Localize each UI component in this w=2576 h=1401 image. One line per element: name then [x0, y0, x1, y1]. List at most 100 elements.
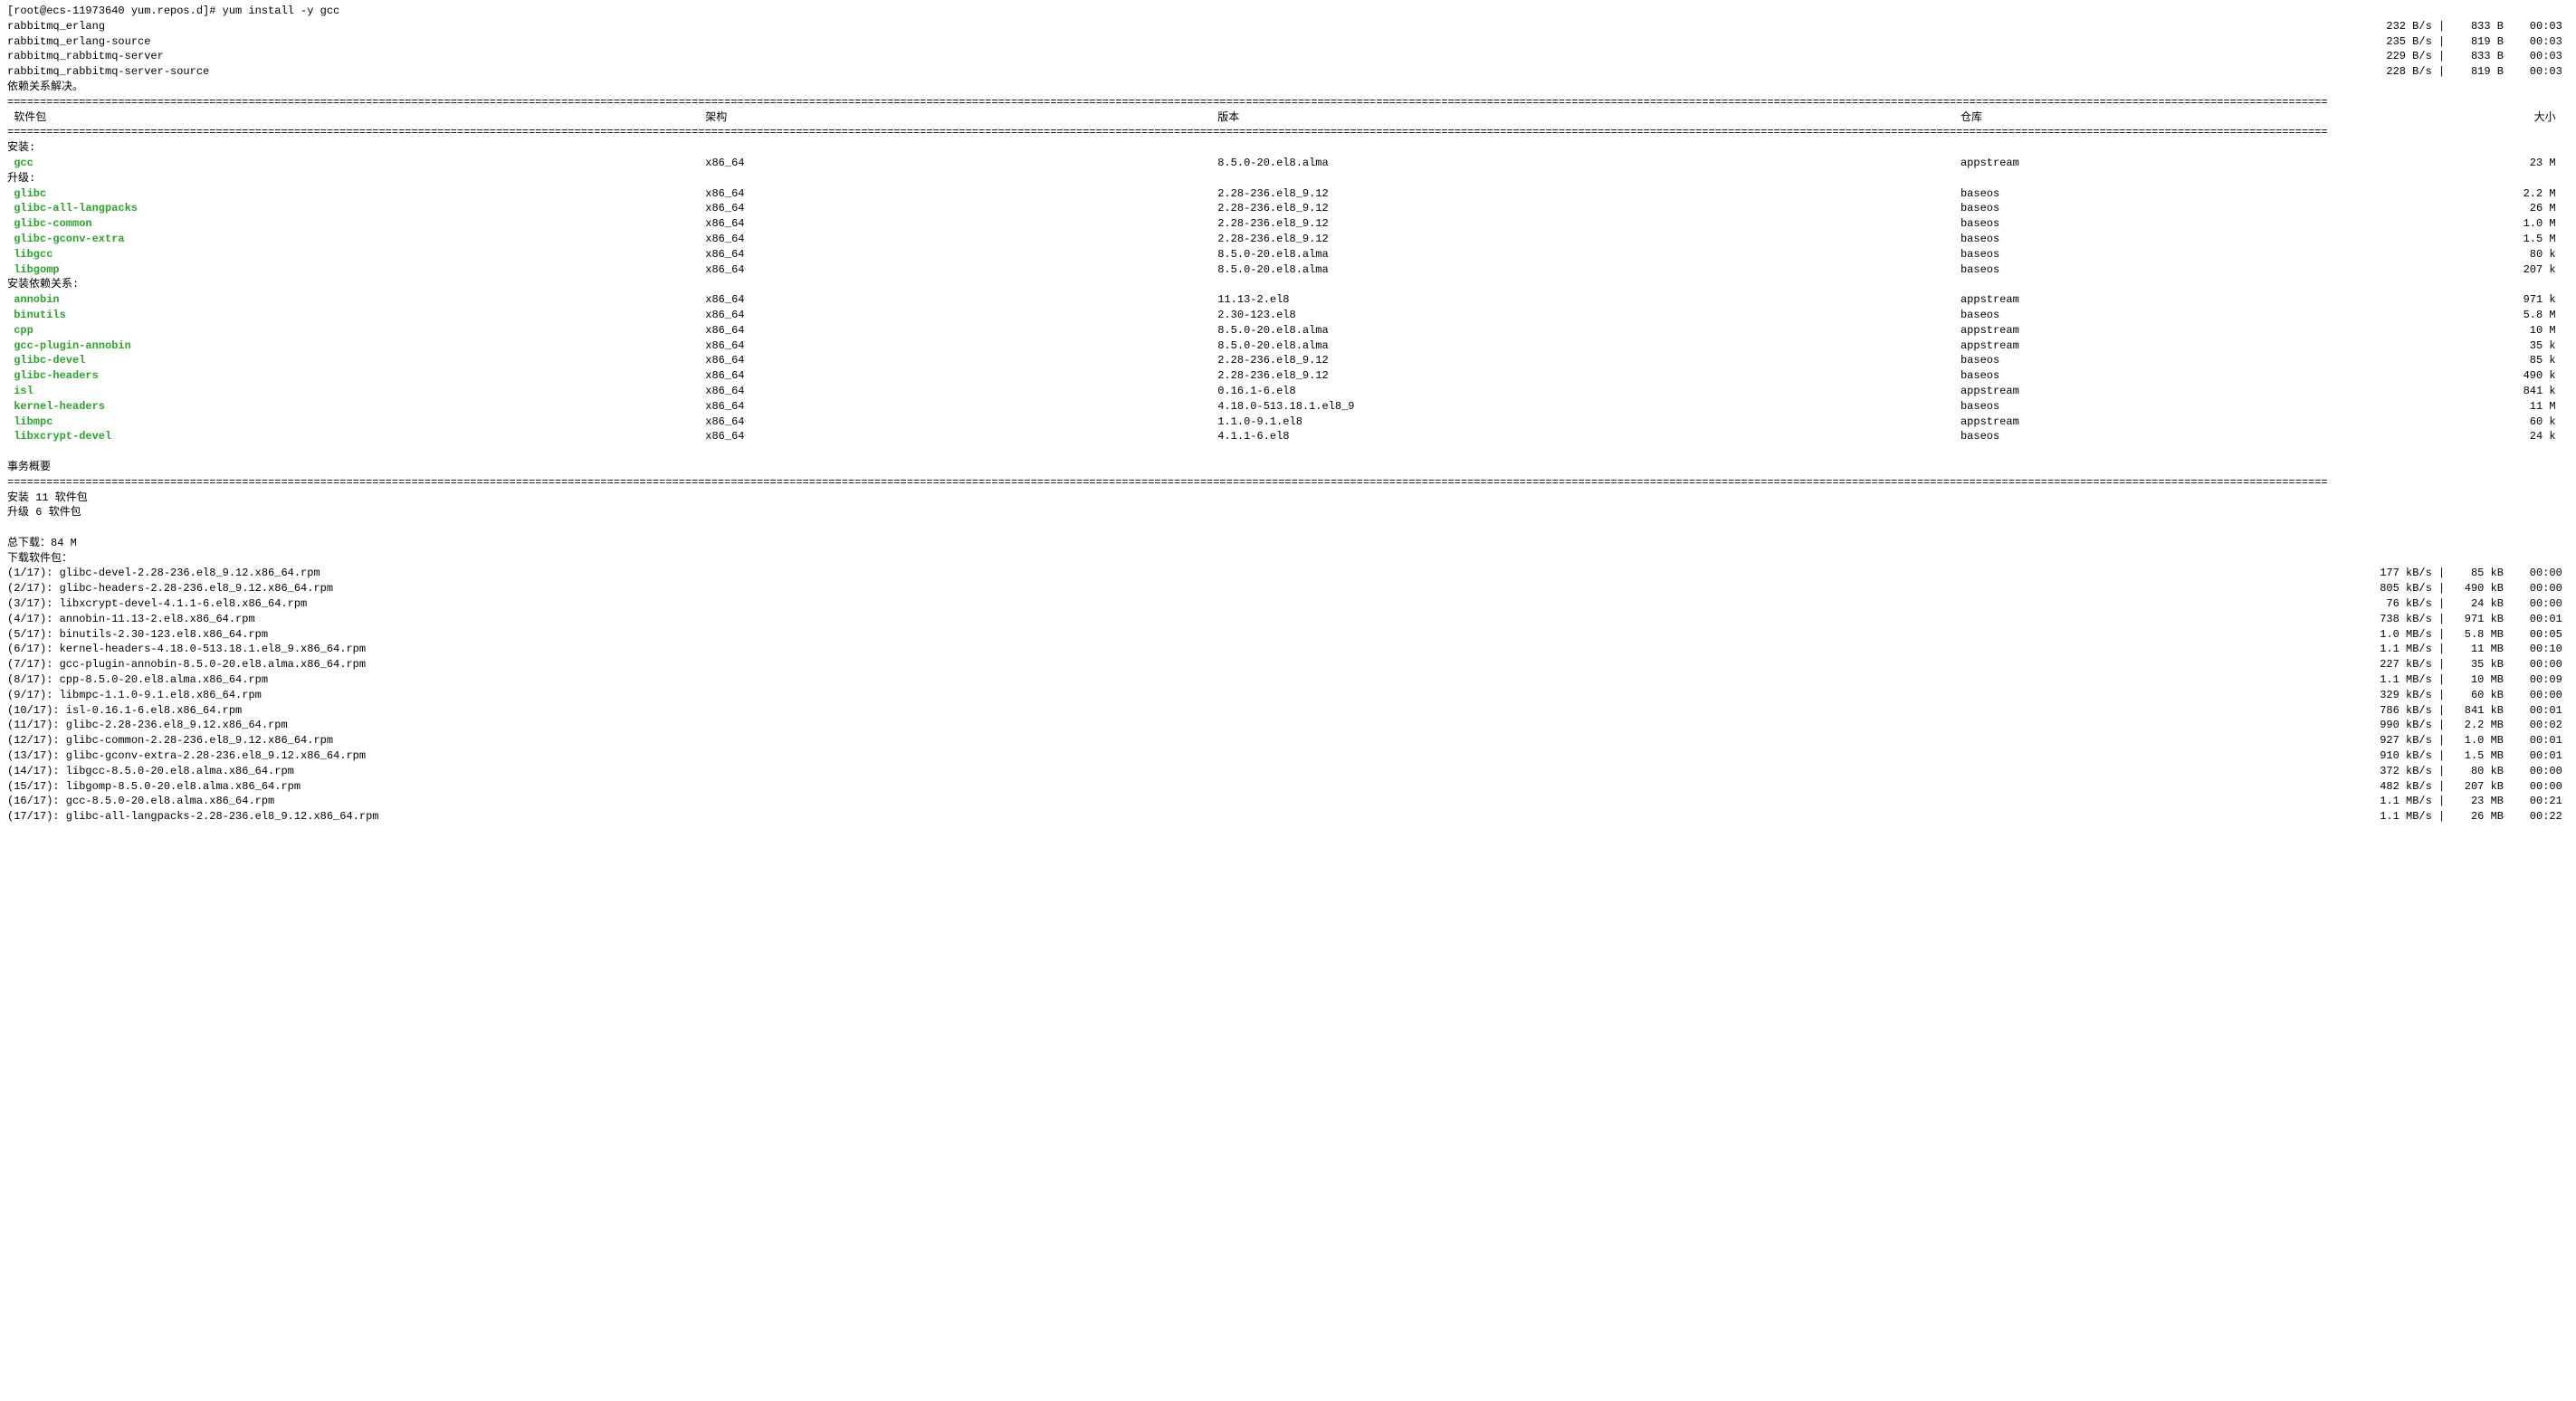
download-row: (9/17): libmpc-1.1.0-9.1.el8.x86_64.rpm3…: [7, 688, 2569, 703]
package-repo: baseos: [1961, 308, 2345, 323]
download-row: (6/17): kernel-headers-4.18.0-513.18.1.e…: [7, 642, 2569, 657]
download-file: (11/17): glibc-2.28-236.el8_9.12.x86_64.…: [7, 718, 2367, 733]
package-repo: baseos: [1961, 429, 2345, 444]
package-size: 1.5 M: [2344, 232, 2569, 247]
download-size: 819 B: [2451, 64, 2504, 80]
download-file: (10/17): isl-0.16.1-6.el8.x86_64.rpm: [7, 703, 2367, 719]
package-repo: appstream: [1961, 292, 2345, 308]
download-stats: 1.0 MB/s|5.8 MB00:05: [2367, 627, 2569, 643]
package-arch: x86_64: [705, 308, 1217, 323]
download-time: 00:00: [2530, 688, 2569, 703]
package-repo: baseos: [1961, 262, 2345, 278]
package-name: glibc-headers: [7, 368, 705, 384]
download-size: 35 kB: [2451, 657, 2504, 672]
package-size: 80 k: [2344, 247, 2569, 262]
download-row: (2/17): glibc-headers-2.28-236.el8_9.12.…: [7, 581, 2569, 596]
download-size: 841 kB: [2451, 703, 2504, 719]
package-name: libxcrypt-devel: [7, 429, 705, 444]
package-name: glibc-devel: [7, 353, 705, 368]
package-version: 8.5.0-20.el8.alma: [1217, 247, 1961, 262]
download-stats: 1.1 MB/s|23 MB00:21: [2367, 794, 2569, 809]
package-row: gccx86_648.5.0-20.el8.almaappstream23 M: [7, 156, 2569, 171]
download-size: 85 kB: [2451, 566, 2504, 581]
download-row: (5/17): binutils-2.30-123.el8.x86_64.rpm…: [7, 627, 2569, 643]
download-stats: 927 kB/s|1.0 MB00:01: [2367, 733, 2569, 748]
package-name: gcc: [7, 156, 705, 171]
package-repo: baseos: [1961, 247, 2345, 262]
download-size: 1.0 MB: [2451, 733, 2504, 748]
download-stats: 990 kB/s|2.2 MB00:02: [2367, 718, 2569, 733]
download-speed: 927 kB/s: [2367, 733, 2432, 748]
hdr-pkg: 软件包: [7, 110, 705, 126]
section-upgrade-label: 升级:: [7, 171, 2569, 186]
download-stats: 738 kB/s|971 kB00:01: [2367, 612, 2569, 627]
package-arch: x86_64: [705, 368, 1217, 384]
download-time: 00:01: [2530, 748, 2569, 764]
download-time: 00:00: [2530, 596, 2569, 612]
download-speed: 232 B/s: [2367, 19, 2432, 34]
package-row: glibc-all-langpacksx86_642.28-236.el8_9.…: [7, 201, 2569, 216]
download-speed: 1.1 MB/s: [2367, 672, 2432, 688]
download-time: 00:03: [2530, 64, 2569, 80]
download-size: 10 MB: [2451, 672, 2504, 688]
package-row: gcc-plugin-annobinx86_648.5.0-20.el8.alm…: [7, 338, 2569, 354]
package-version: 8.5.0-20.el8.alma: [1217, 338, 1961, 354]
download-file: (15/17): libgomp-8.5.0-20.el8.alma.x86_6…: [7, 779, 2367, 795]
package-size: 60 k: [2344, 415, 2569, 430]
download-file: (14/17): libgcc-8.5.0-20.el8.alma.x86_64…: [7, 764, 2367, 779]
download-stats: 1.1 MB/s|10 MB00:09: [2367, 672, 2569, 688]
download-speed: 482 kB/s: [2367, 779, 2432, 795]
package-name: binutils: [7, 308, 705, 323]
download-file: (5/17): binutils-2.30-123.el8.x86_64.rpm: [7, 627, 2367, 643]
download-stats: 1.1 MB/s|26 MB00:22: [2367, 809, 2569, 824]
download-file: (3/17): libxcrypt-devel-4.1.1-6.el8.x86_…: [7, 596, 2367, 612]
download-stats: 482 kB/s|207 kB00:00: [2367, 779, 2569, 795]
package-repo: appstream: [1961, 384, 2345, 399]
download-stats: 372 kB/s|80 kB00:00: [2367, 764, 2569, 779]
package-version: 2.28-236.el8_9.12: [1217, 368, 1961, 384]
download-stats: 229 B/s|833 B00:03: [2367, 49, 2569, 64]
download-size: 11 MB: [2451, 642, 2504, 657]
section-install-label: 安装:: [7, 140, 2569, 156]
package-version: 4.1.1-6.el8: [1217, 429, 1961, 444]
download-speed: 910 kB/s: [2367, 748, 2432, 764]
package-arch: x86_64: [705, 415, 1217, 430]
total-download: 总下载：84 M: [7, 536, 2569, 551]
download-time: 00:09: [2530, 672, 2569, 688]
package-size: 35 k: [2344, 338, 2569, 354]
package-arch: x86_64: [705, 201, 1217, 216]
download-size: 26 MB: [2451, 809, 2504, 824]
download-row: (3/17): libxcrypt-devel-4.1.1-6.el8.x86_…: [7, 596, 2569, 612]
download-stats: 232 B/s|833 B00:03: [2367, 19, 2569, 34]
download-size: 819 B: [2451, 34, 2504, 50]
download-file: (13/17): glibc-gconv-extra-2.28-236.el8_…: [7, 748, 2367, 764]
download-size: 2.2 MB: [2451, 718, 2504, 733]
download-speed: 228 B/s: [2367, 64, 2432, 80]
download-time: 00:00: [2530, 764, 2569, 779]
download-row: (13/17): glibc-gconv-extra-2.28-236.el8_…: [7, 748, 2569, 764]
package-size: 26 M: [2344, 201, 2569, 216]
download-speed: 1.0 MB/s: [2367, 627, 2432, 643]
download-row: (16/17): gcc-8.5.0-20.el8.alma.x86_64.rp…: [7, 794, 2569, 809]
package-size: 10 M: [2344, 323, 2569, 338]
package-repo: baseos: [1961, 201, 2345, 216]
download-time: 00:00: [2530, 779, 2569, 795]
package-arch: x86_64: [705, 384, 1217, 399]
package-repo: baseos: [1961, 186, 2345, 202]
package-arch: x86_64: [705, 232, 1217, 247]
repo-refresh-row: rabbitmq_rabbitmq-server229 B/s|833 B00:…: [7, 49, 2569, 64]
download-size: 24 kB: [2451, 596, 2504, 612]
package-name: libmpc: [7, 415, 705, 430]
package-name: cpp: [7, 323, 705, 338]
download-file: (2/17): glibc-headers-2.28-236.el8_9.12.…: [7, 581, 2367, 596]
table-header: 软件包 架构 版本 仓库 大小: [7, 110, 2569, 126]
package-repo: baseos: [1961, 353, 2345, 368]
download-speed: 329 kB/s: [2367, 688, 2432, 703]
package-arch: x86_64: [705, 262, 1217, 278]
package-arch: x86_64: [705, 353, 1217, 368]
package-version: 8.5.0-20.el8.alma: [1217, 323, 1961, 338]
hdr-size: 大小: [2344, 110, 2569, 126]
package-row: libmpcx86_641.1.0-9.1.el8appstream60 k: [7, 415, 2569, 430]
package-arch: x86_64: [705, 156, 1217, 171]
divider: [7, 125, 2569, 140]
